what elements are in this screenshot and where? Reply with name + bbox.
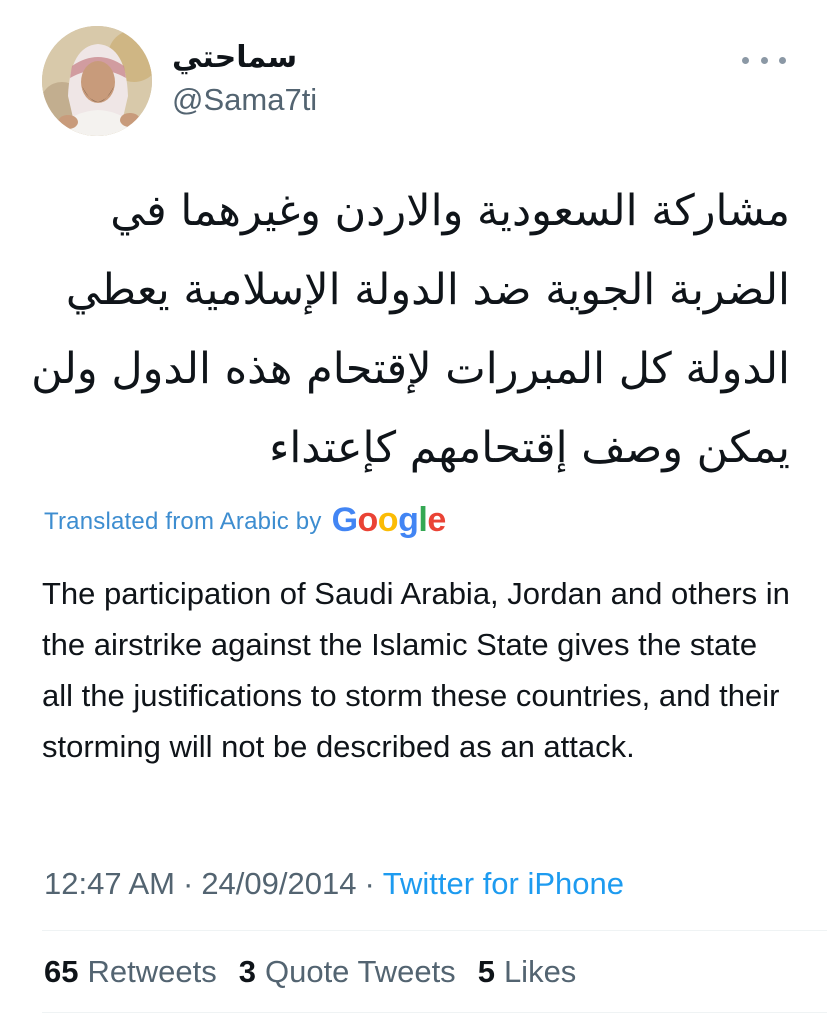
meta-separator: · <box>364 866 375 901</box>
google-logo-letter: l <box>418 500 428 539</box>
more-dot-icon <box>742 56 749 64</box>
divider <box>42 930 827 931</box>
more-dot-icon <box>760 56 768 64</box>
google-logo-letter: o <box>377 500 399 539</box>
retweets-stat[interactable]: 65 Retweets <box>44 954 217 990</box>
quote-tweets-label: Quote Tweets <box>264 954 456 989</box>
author-display-name[interactable]: سماحتي <box>172 38 297 78</box>
google-logo: Google <box>331 500 447 540</box>
translated-from-label: Translated from Arabic by <box>44 508 322 535</box>
tweet-source-link[interactable]: Twitter for iPhone <box>383 866 624 902</box>
google-logo-letter: o <box>357 500 379 539</box>
more-options-button[interactable] <box>742 50 786 70</box>
tweet-date[interactable]: 24/09/2014 <box>201 866 356 902</box>
google-logo-letter: g <box>398 500 419 539</box>
quote-tweets-stat[interactable]: 3 Quote Tweets <box>239 954 456 990</box>
translation-attribution[interactable]: Translated from Arabic by Google <box>44 500 446 544</box>
tweet-meta: 12:47 AM · 24/09/2014 · Twitter for iPho… <box>44 862 624 906</box>
retweets-label: Retweets <box>87 954 217 989</box>
tweet-translation: The participation of Saudi Arabia, Jorda… <box>42 576 790 764</box>
tweet-time[interactable]: 12:47 AM <box>44 866 175 902</box>
likes-label: Likes <box>503 954 577 989</box>
meta-separator: · <box>182 866 194 901</box>
likes-count: 5 <box>477 954 495 989</box>
avatar[interactable] <box>42 26 152 136</box>
avatar-image <box>42 26 152 136</box>
more-dot-icon <box>779 56 786 64</box>
google-logo-letter: G <box>331 500 358 539</box>
engagement-stats: 65 Retweets 3 Quote Tweets 5 Likes <box>44 950 598 994</box>
tweet-text-arabic: مشاركة السعودية والاردن وغيرهما في الضرب… <box>31 186 790 473</box>
google-logo-letter: e <box>427 500 446 539</box>
tweet-card: سماحتي @Sama7ti مشاركة السعودية والاردن … <box>0 0 827 1024</box>
author-handle[interactable]: @Sama7ti <box>172 80 317 120</box>
retweets-count: 65 <box>44 954 79 989</box>
quote-tweets-count: 3 <box>238 954 256 989</box>
divider <box>42 1012 827 1013</box>
likes-stat[interactable]: 5 Likes <box>478 954 577 990</box>
